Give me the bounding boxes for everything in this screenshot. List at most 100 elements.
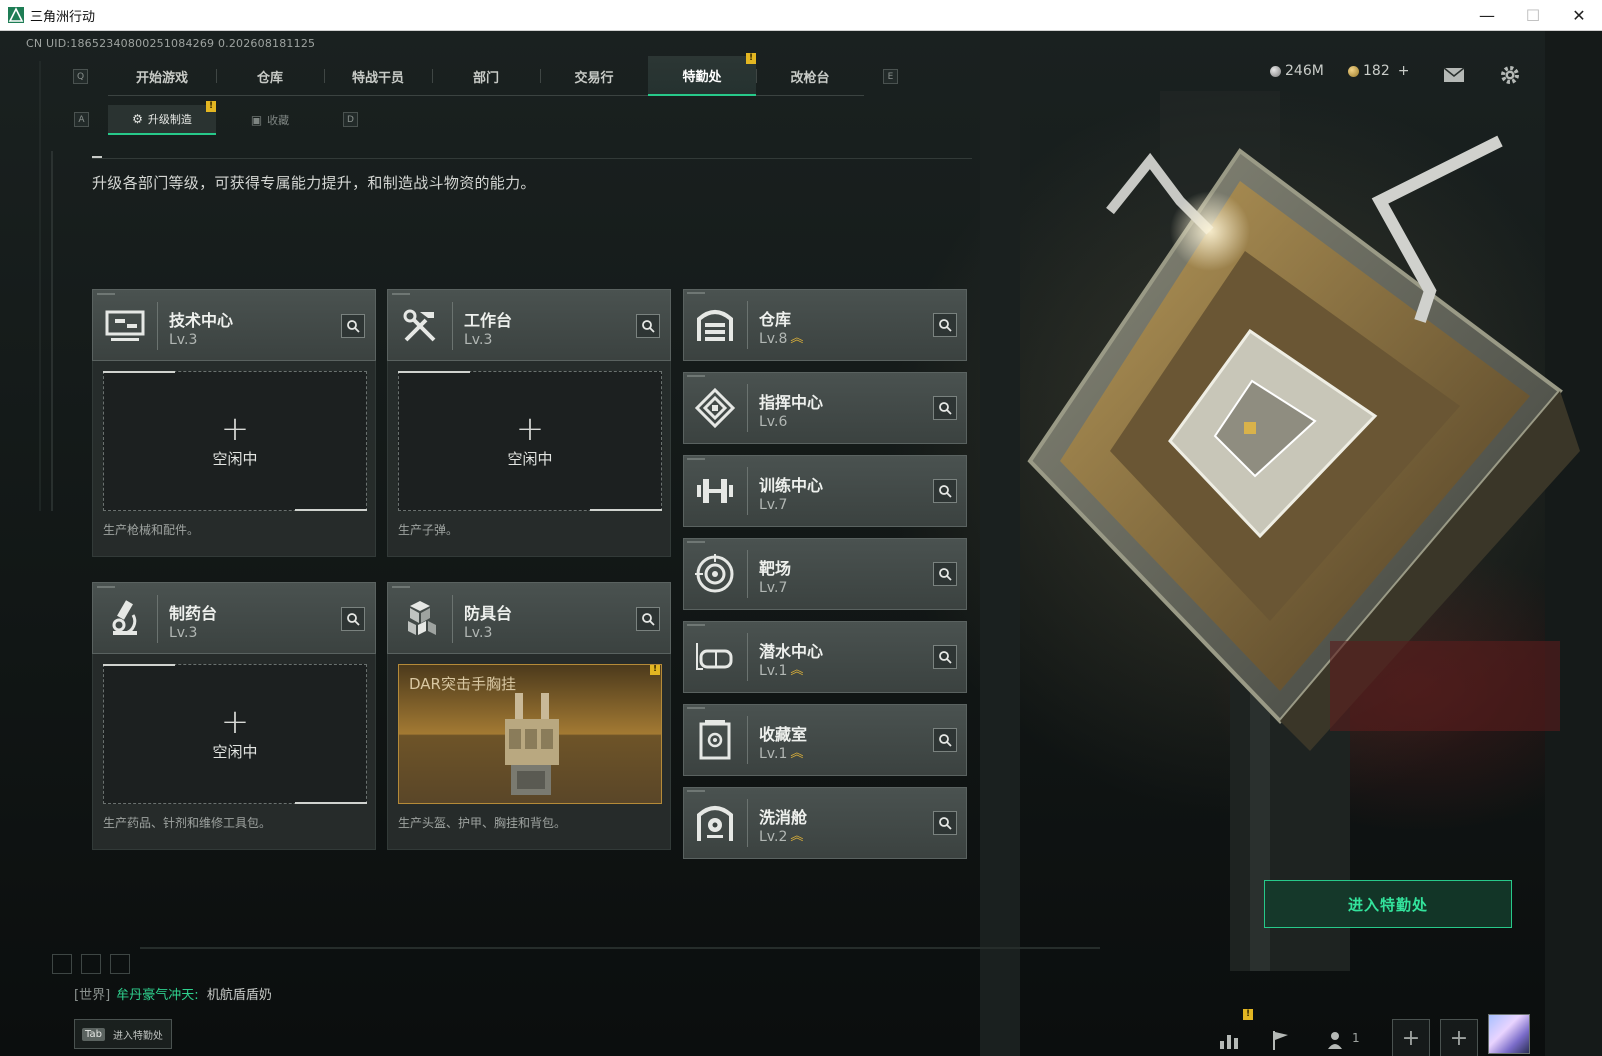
dept-card-training-center[interactable]: 训练中心 Lv.7 [683, 455, 967, 527]
inspect-button[interactable] [636, 607, 660, 631]
dept-card-armor-bench[interactable]: 防具台 Lv.3 [387, 582, 671, 654]
slot-corner-mark [295, 802, 367, 804]
subtab-collection[interactable]: ▣ 收藏 [216, 105, 324, 135]
add-craft-icon: + [220, 408, 250, 449]
world-chat[interactable]: [世界] 牟丹豪气冲天: 机航盾盾奶 [74, 984, 272, 1003]
friends-icon[interactable] [1326, 1029, 1348, 1051]
tab-operators[interactable]: 特战干员 [324, 56, 432, 96]
premium-coin-display[interactable]: 182 + [1348, 63, 1409, 79]
card-corner-mark [687, 624, 705, 626]
dept-card-workbench[interactable]: 工作台 Lv.3 [387, 289, 671, 361]
settings-gear-icon[interactable] [1498, 63, 1522, 87]
game-viewport: CN UID:18652340800251084269 0.2026081811… [0, 31, 1602, 1056]
player-avatar[interactable] [1488, 1014, 1530, 1054]
user-uid: CN UID:18652340800251084269 0.2026081811… [26, 37, 316, 50]
stats-chart-icon[interactable] [1218, 1029, 1240, 1051]
card-separator [747, 799, 748, 847]
dept-card-content: 仓库 Lv.8 ︽ [683, 289, 967, 361]
inspect-button[interactable] [933, 479, 957, 503]
dept-level-text: Lv.3 [169, 625, 198, 641]
search-icon [347, 320, 360, 333]
hazmat-icon [697, 806, 733, 841]
craft-slot-empty[interactable]: + 空闲中 [103, 664, 367, 804]
tab-start-game[interactable]: 开始游戏 [108, 56, 216, 96]
add-craft-icon: + [220, 701, 250, 742]
dept-card-decon-chamber[interactable]: 洗消舱 Lv.2 ︽ [683, 787, 967, 859]
dept-card-warehouse[interactable]: 仓库 Lv.8 ︽ [683, 289, 967, 361]
inspect-button[interactable] [933, 313, 957, 337]
tools-icon [403, 309, 436, 342]
search-icon [939, 402, 952, 415]
dept-level: Lv.2 ︽ [759, 829, 803, 845]
card-corner-mark [687, 458, 705, 460]
dept-card-diving-center[interactable]: 潜水中心 Lv.1 ︽ [683, 621, 967, 693]
dept-card-content: 收藏室 Lv.1 ︽ [683, 704, 967, 776]
dept-level-text: Lv.6 [759, 414, 788, 430]
search-icon [939, 568, 952, 581]
dept-card-collection-room[interactable]: 收藏室 Lv.1 ︽ [683, 704, 967, 776]
inspect-button[interactable] [933, 728, 957, 752]
craft-slot-empty[interactable]: + 空闲中 [398, 371, 662, 511]
flag-icon[interactable] [1270, 1029, 1292, 1051]
nav-next-key[interactable]: E [883, 69, 898, 84]
craft-slot-in-progress[interactable]: DAR突击手胸挂 ! [398, 664, 662, 804]
card-separator [747, 550, 748, 598]
chat-channel: [世界] [74, 988, 111, 1003]
inspect-button[interactable] [933, 396, 957, 420]
tab-shortcut-hint[interactable]: Tab 进入特勤处 [74, 1019, 172, 1049]
inspect-button[interactable] [933, 562, 957, 586]
close-button[interactable]: ✕ [1556, 0, 1602, 30]
notification-badge: ! [1243, 1009, 1253, 1020]
card-separator [747, 716, 748, 764]
dept-panel-armor-bench: DAR突击手胸挂 ! 生产头盔、护甲、胸挂和背包。 [387, 654, 671, 850]
subtab-upgrade-craft[interactable]: ⚙ 升级制造 ! [108, 101, 216, 135]
subtab-prev-key[interactable]: A [74, 112, 89, 127]
section-divider-tick [92, 156, 102, 158]
tab-warehouse[interactable]: 仓库 [216, 56, 324, 96]
premium-coin-value: 182 [1363, 63, 1390, 79]
minimize-button[interactable]: — [1464, 0, 1510, 30]
money-value: 246M [1285, 63, 1324, 79]
maximize-button[interactable]: ☐ [1510, 0, 1556, 30]
dept-card-tech-center[interactable]: 技术中心 Lv.3 [92, 289, 376, 361]
enter-special-ops-button[interactable]: 进入特勤处 [1264, 880, 1512, 928]
tab-trading[interactable]: 交易行 [540, 56, 648, 96]
add-craft-icon: + [515, 408, 545, 449]
dept-name: 潜水中心 [759, 642, 824, 661]
subtab-next-key[interactable]: D [343, 112, 358, 127]
nav-prev-key[interactable]: Q [73, 69, 88, 84]
inspect-button[interactable] [933, 645, 957, 669]
slot-corner-mark [590, 509, 662, 511]
upgrade-available-icon: ︽ [790, 746, 804, 761]
add-teammate-button[interactable]: + [1440, 1019, 1478, 1056]
add-coins-button[interactable]: + [1398, 63, 1410, 79]
tab-department[interactable]: 部门 [432, 56, 540, 96]
dept-card-shooting-range[interactable]: 靶场 Lv.7 [683, 538, 967, 610]
chat-username: 牟丹豪气冲天: [116, 988, 199, 1003]
dept-card-pharmacy[interactable]: 制药台 Lv.3 [92, 582, 376, 654]
craft-slot-empty[interactable]: + 空闲中 [103, 371, 367, 511]
dept-panel-pharmacy: + 空闲中 生产药品、针剂和维修工具包。 [92, 654, 376, 850]
card-corner-mark [392, 586, 410, 588]
card-separator [157, 302, 158, 350]
money-display[interactable]: 246M [1270, 63, 1324, 79]
dept-level-text: Lv.7 [759, 580, 788, 596]
dept-level: Lv.1 ︽ [759, 746, 803, 762]
inspect-button[interactable] [933, 811, 957, 835]
dumbbell-icon [697, 479, 733, 503]
inspect-button[interactable] [636, 314, 660, 338]
mail-icon[interactable] [1442, 63, 1466, 87]
card-corner-mark [687, 541, 705, 543]
dept-name: 工作台 [464, 311, 513, 330]
dept-card-command-center[interactable]: 指挥中心 Lv.6 [683, 372, 967, 444]
card-corner-mark [97, 586, 115, 588]
boxes-icon [408, 601, 436, 635]
tab-special-ops[interactable]: 特勤处 ! [648, 53, 756, 96]
upgrade-available-icon: ︽ [790, 663, 804, 678]
inspect-button[interactable] [341, 607, 365, 631]
add-teammate-button[interactable]: + [1392, 1019, 1430, 1056]
tab-gunsmith[interactable]: 改枪台 [756, 56, 864, 96]
inspect-button[interactable] [341, 314, 365, 338]
dept-level-text: Lv.3 [464, 332, 493, 348]
dept-level-text: Lv.7 [759, 497, 788, 513]
